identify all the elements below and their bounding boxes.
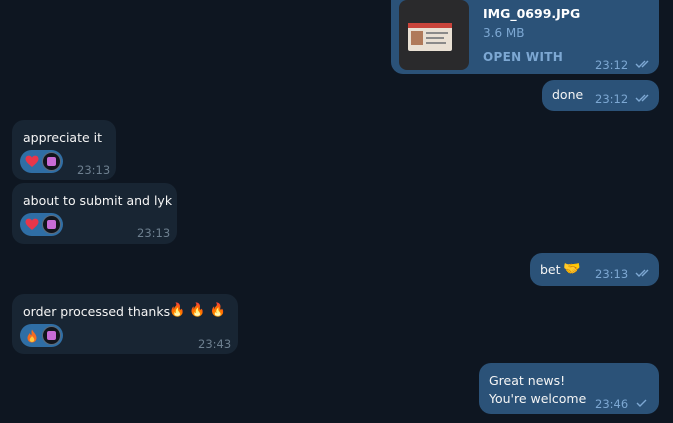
reaction-pill[interactable] [20, 213, 63, 236]
message-text-line1: Great news! [489, 373, 566, 388]
image-thumbnail[interactable] [399, 0, 469, 70]
message-text: done [552, 87, 584, 102]
message-text: appreciate it [23, 130, 103, 145]
double-check-icon [635, 269, 649, 277]
open-with-button[interactable]: OPEN WITH [483, 50, 563, 64]
message-time: 23:12 [595, 92, 629, 106]
id-card-image [408, 23, 452, 51]
avatar [42, 326, 61, 345]
double-check-icon [635, 60, 649, 68]
message-bubble[interactable]: Great news! You're welcome 23:46 [479, 363, 659, 414]
avatar [42, 215, 61, 234]
file-message[interactable]: IMG_0699.JPG 3.6 MB OPEN WITH 23:12 [391, 0, 659, 74]
reaction-pill[interactable] [20, 150, 63, 173]
message-bubble[interactable]: bet 🤝 23:13 [530, 253, 659, 286]
heart-icon [24, 154, 39, 169]
fire-emojis: 🔥 🔥 🔥 [169, 303, 226, 318]
message-text: about to submit and lyk [23, 193, 173, 208]
reaction-pill[interactable] [20, 324, 63, 347]
double-check-icon [635, 94, 649, 102]
file-name[interactable]: IMG_0699.JPG [483, 6, 580, 21]
message-bubble[interactable]: order processed thanks 🔥 🔥 🔥 23:43 [12, 294, 238, 354]
message-time: 23:13 [137, 226, 171, 240]
message-text-line2: You're welcome [489, 391, 587, 406]
fire-icon [24, 328, 39, 343]
message-bubble[interactable]: done 23:12 [542, 80, 659, 111]
message-bubble[interactable]: about to submit and lyk 23:13 [12, 183, 177, 244]
message-time: 23:13 [595, 267, 629, 281]
heart-icon [24, 217, 39, 232]
message-bubble[interactable]: appreciate it 23:13 [12, 120, 116, 180]
file-size: 3.6 MB [483, 26, 525, 40]
message-text: bet [540, 262, 561, 277]
handshake-icon: 🤝 [563, 261, 581, 277]
message-time: 23:43 [198, 337, 232, 351]
avatar [42, 152, 61, 171]
message-time: 23:13 [77, 163, 111, 177]
message-text: order processed thanks [23, 304, 171, 319]
message-time: 23:12 [595, 58, 629, 72]
single-check-icon [636, 399, 647, 407]
message-time: 23:46 [595, 397, 629, 411]
